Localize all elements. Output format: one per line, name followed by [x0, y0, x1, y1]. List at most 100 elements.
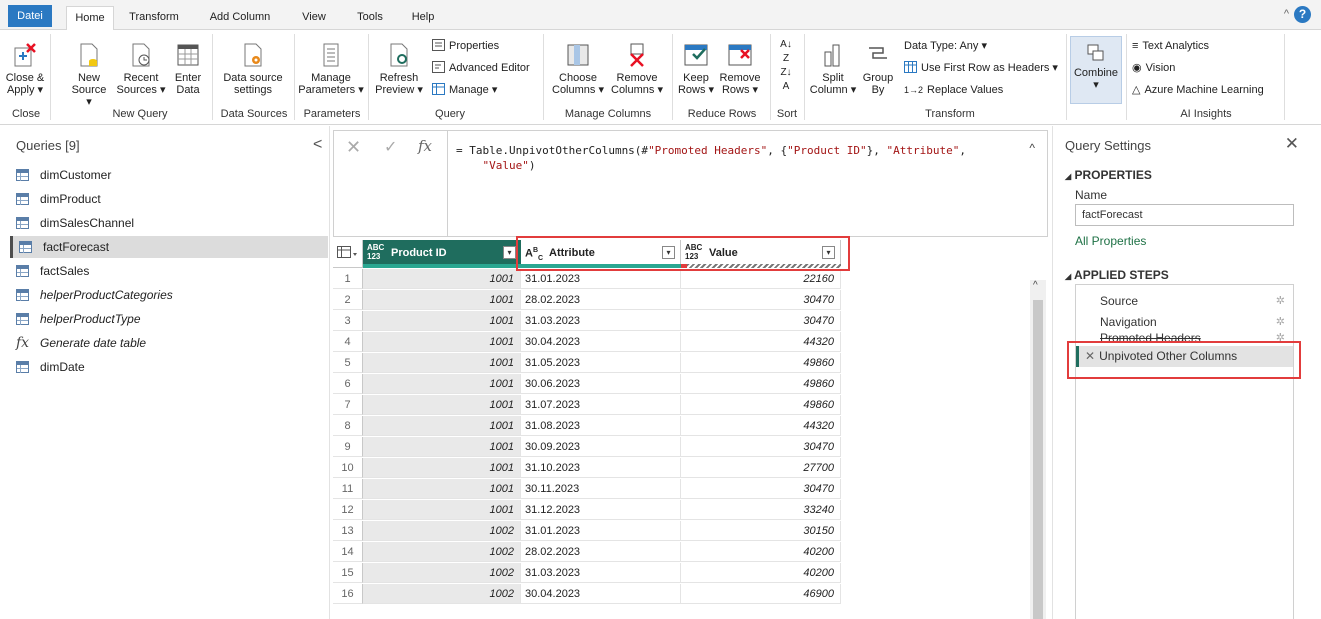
tab-view[interactable]: View [296, 6, 332, 30]
split-column-button[interactable]: Split Column ▾ [808, 42, 858, 96]
cell-value[interactable]: 30150 [681, 521, 841, 541]
azure-ml-button[interactable]: △ Azure Machine Learning [1132, 82, 1264, 98]
properties-header[interactable]: ◢ PROPERTIES [1065, 168, 1152, 182]
remove-columns-button[interactable]: Remove Columns ▾ [608, 42, 666, 96]
cell-attribute[interactable]: 31.05.2023 [521, 353, 681, 373]
cell-value[interactable]: 49860 [681, 395, 841, 415]
query-item[interactable]: helperProductType [10, 308, 328, 330]
cell-product-id[interactable]: 1001 [363, 353, 521, 373]
cell-attribute[interactable]: 30.11.2023 [521, 479, 681, 499]
cell-value[interactable]: 40200 [681, 563, 841, 583]
cell-product-id[interactable]: 1002 [363, 563, 521, 583]
close-icon[interactable]: ✕ [1285, 134, 1299, 154]
delete-step-icon[interactable]: ✕ [1085, 349, 1095, 363]
cell-product-id[interactable]: 1001 [363, 500, 521, 520]
cancel-formula-icon[interactable]: ✕ [346, 137, 361, 158]
use-first-row-button[interactable]: Use First Row as Headers ▾ [904, 60, 1058, 76]
scroll-up-icon[interactable]: ^ [1033, 280, 1038, 291]
filter-dropdown-icon[interactable]: ▾ [822, 246, 835, 259]
cell-product-id[interactable]: 1001 [363, 269, 521, 289]
collapse-queries-icon[interactable]: < [313, 136, 322, 154]
step-promoted-headers[interactable]: Promoted Headers ✲ [1076, 333, 1293, 345]
cell-value[interactable]: 46900 [681, 584, 841, 604]
step-unpivoted-other-columns[interactable]: ✕ Unpivoted Other Columns [1076, 346, 1293, 367]
applied-steps-header[interactable]: ◢ APPLIED STEPS [1065, 268, 1169, 282]
cell-attribute[interactable]: 31.07.2023 [521, 395, 681, 415]
cell-value[interactable]: 44320 [681, 416, 841, 436]
cell-attribute[interactable]: 30.06.2023 [521, 374, 681, 394]
replace-values-button[interactable]: 1→2 Replace Values [904, 82, 1003, 98]
cell-attribute[interactable]: 30.04.2023 [521, 584, 681, 604]
gear-icon[interactable]: ✲ [1276, 333, 1285, 344]
fx-icon[interactable]: fx [418, 137, 432, 155]
query-item[interactable]: factForecast [10, 236, 328, 258]
expand-formula-icon[interactable]: ^ [1029, 141, 1035, 155]
gear-icon[interactable]: ✲ [1276, 312, 1285, 333]
close-apply-button[interactable]: Close & Apply ▾ [4, 42, 46, 96]
table-menu-icon[interactable] [333, 240, 363, 268]
cell-product-id[interactable]: 1001 [363, 374, 521, 394]
query-item[interactable]: dimProduct [10, 188, 328, 210]
manage-parameters-button[interactable]: Manage Parameters ▾ [298, 42, 364, 96]
cell-product-id[interactable]: 1001 [363, 332, 521, 352]
cell-value[interactable]: 30470 [681, 311, 841, 331]
commit-formula-icon[interactable]: ✓ [384, 137, 397, 157]
cell-attribute[interactable]: 28.02.2023 [521, 542, 681, 562]
data-type-dropdown[interactable]: Data Type: Any ▾ [904, 38, 987, 54]
cell-attribute[interactable]: 31.01.2023 [521, 521, 681, 541]
step-source[interactable]: Source ✲ [1076, 291, 1293, 312]
filter-dropdown-icon[interactable]: ▾ [662, 246, 675, 259]
sort-ascending-button[interactable]: A↓ Z [776, 38, 796, 66]
cell-product-id[interactable]: 1001 [363, 395, 521, 415]
cell-product-id[interactable]: 1001 [363, 437, 521, 457]
query-item[interactable]: factSales [10, 260, 328, 282]
cell-product-id[interactable]: 1002 [363, 521, 521, 541]
tab-add-column[interactable]: Add Column [198, 6, 282, 30]
all-properties-link[interactable]: All Properties [1075, 234, 1146, 248]
cell-attribute[interactable]: 30.09.2023 [521, 437, 681, 457]
cell-attribute[interactable]: 31.03.2023 [521, 563, 681, 583]
refresh-preview-button[interactable]: Refresh Preview ▾ [374, 42, 424, 96]
cell-product-id[interactable]: 1001 [363, 479, 521, 499]
enter-data-button[interactable]: Enter Data [170, 42, 206, 96]
cell-attribute[interactable]: 31.08.2023 [521, 416, 681, 436]
cell-value[interactable]: 27700 [681, 458, 841, 478]
cell-value[interactable]: 40200 [681, 542, 841, 562]
cell-attribute[interactable]: 28.02.2023 [521, 290, 681, 310]
query-item[interactable]: dimSalesChannel [10, 212, 328, 234]
cell-product-id[interactable]: 1002 [363, 542, 521, 562]
vision-button[interactable]: ◉ Vision [1132, 60, 1175, 76]
tab-file[interactable]: Datei [8, 5, 52, 27]
text-analytics-button[interactable]: ≡ Text Analytics [1132, 38, 1209, 54]
tab-transform[interactable]: Transform [120, 6, 188, 30]
cell-attribute[interactable]: 31.03.2023 [521, 311, 681, 331]
advanced-editor-button[interactable]: Advanced Editor [432, 60, 530, 76]
cell-value[interactable]: 33240 [681, 500, 841, 520]
tab-help[interactable]: Help [406, 6, 440, 30]
cell-value[interactable]: 30470 [681, 437, 841, 457]
tab-home[interactable]: Home [66, 6, 114, 31]
cell-value[interactable]: 49860 [681, 353, 841, 373]
cell-attribute[interactable]: 30.04.2023 [521, 332, 681, 352]
formula-input[interactable]: = Table.UnpivotOtherColumns(#"Promoted H… [456, 143, 1016, 173]
tab-tools[interactable]: Tools [350, 6, 390, 30]
choose-columns-button[interactable]: Choose Columns ▾ [548, 42, 608, 96]
recent-sources-button[interactable]: Recent Sources ▾ [116, 42, 166, 96]
cell-attribute[interactable]: 31.10.2023 [521, 458, 681, 478]
combine-button[interactable]: Combine ▾ [1070, 36, 1122, 104]
query-item[interactable]: dimDate [10, 356, 328, 378]
data-source-settings-button[interactable]: Data source settings [218, 42, 288, 96]
keep-rows-button[interactable]: Keep Rows ▾ [676, 42, 716, 96]
filter-dropdown-icon[interactable]: ▾ [503, 246, 516, 259]
scrollbar-thumb[interactable] [1033, 300, 1043, 619]
cell-value[interactable]: 22160 [681, 269, 841, 289]
query-item[interactable]: dimCustomer [10, 164, 328, 186]
cell-attribute[interactable]: 31.12.2023 [521, 500, 681, 520]
query-item[interactable]: helperProductCategories [10, 284, 328, 306]
query-name-field[interactable]: factForecast [1075, 204, 1294, 226]
gear-icon[interactable]: ✲ [1276, 291, 1285, 312]
cell-value[interactable]: 30470 [681, 290, 841, 310]
query-item[interactable]: fx Generate date table [10, 332, 328, 354]
group-by-button[interactable]: Group By [858, 42, 898, 96]
remove-rows-button[interactable]: Remove Rows ▾ [716, 42, 764, 96]
